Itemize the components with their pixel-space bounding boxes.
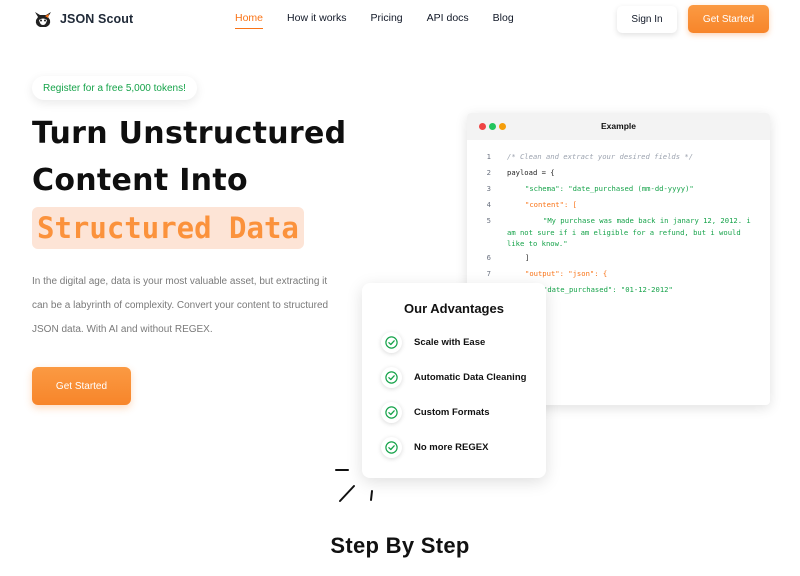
brand-name: JSON Scout bbox=[60, 12, 134, 26]
code-window-title: Example bbox=[601, 121, 636, 131]
nav-get-started-button[interactable]: Get Started bbox=[688, 5, 769, 33]
code-line: "schema": "date_purchased (mm-dd-yyyy)" bbox=[525, 184, 694, 193]
line-number: 4 bbox=[486, 200, 491, 209]
code-line: payload = { bbox=[507, 168, 555, 177]
check-circle-icon bbox=[381, 437, 402, 458]
line-number: 2 bbox=[486, 168, 491, 177]
check-circle-icon bbox=[381, 332, 402, 353]
check-circle-icon bbox=[381, 367, 402, 388]
advantage-item: Automatic Data Cleaning bbox=[381, 367, 526, 388]
code-line: "My purchase was made back in janary 12,… bbox=[507, 216, 751, 248]
nav-links: Home How it works Pricing API docs Blog bbox=[235, 12, 538, 29]
line-number: 1 bbox=[486, 152, 491, 161]
hero-title-line-1: Turn Unstructured bbox=[32, 116, 347, 151]
hero-description: In the digital age, data is your most va… bbox=[32, 276, 329, 335]
advantages-card: Our Advantages Scale with Ease Automatic… bbox=[362, 283, 546, 478]
check-circle-icon bbox=[381, 402, 402, 423]
nav-link-home[interactable]: Home bbox=[235, 12, 264, 29]
line-number: 5 bbox=[486, 216, 491, 225]
advantage-item: Scale with Ease bbox=[381, 332, 485, 353]
advantage-label: Custom Formats bbox=[414, 407, 490, 418]
advantage-label: Automatic Data Cleaning bbox=[414, 372, 527, 383]
code-line: ] bbox=[525, 253, 530, 262]
code-line: "output": "json": { bbox=[525, 269, 608, 278]
advantage-item: No more REGEX bbox=[381, 437, 488, 458]
code-line: /* Clean and extract your desired fields… bbox=[507, 152, 694, 161]
code-window-titlebar: Example bbox=[467, 113, 770, 140]
code-line: "content": [ bbox=[525, 200, 577, 209]
free-tokens-badge[interactable]: Register for a free 5,000 tokens! bbox=[32, 76, 197, 100]
cat-logo-icon bbox=[32, 8, 54, 30]
advantage-label: Scale with Ease bbox=[414, 337, 486, 348]
hero-title-line-2: Content Into bbox=[32, 163, 248, 198]
hero-title-highlight: Structured Data bbox=[32, 207, 304, 249]
sparkle-decoration-icon bbox=[334, 467, 378, 512]
line-number: 7 bbox=[486, 269, 491, 278]
brand-logo[interactable]: JSON Scout bbox=[32, 8, 133, 30]
advantages-title: Our Advantages bbox=[404, 301, 504, 316]
advantage-label: No more REGEX bbox=[414, 442, 489, 453]
sign-in-button[interactable]: Sign In bbox=[617, 6, 677, 33]
section-title-step-by-step: Step By Step bbox=[330, 533, 470, 558]
advantage-item: Custom Formats bbox=[381, 402, 489, 423]
nav-link-api-docs[interactable]: API docs bbox=[427, 12, 469, 24]
nav-link-blog[interactable]: Blog bbox=[493, 12, 514, 24]
hero-get-started-button[interactable]: Get Started bbox=[32, 367, 131, 405]
code-line: "date_purchased": "01-12-2012" bbox=[543, 285, 673, 294]
nav-link-pricing[interactable]: Pricing bbox=[371, 12, 403, 24]
line-number: 6 bbox=[486, 253, 491, 262]
line-number: 3 bbox=[486, 184, 491, 193]
top-navbar: JSON Scout Home How it works Pricing API… bbox=[0, 0, 800, 40]
nav-link-how-it-works[interactable]: How it works bbox=[287, 12, 347, 24]
